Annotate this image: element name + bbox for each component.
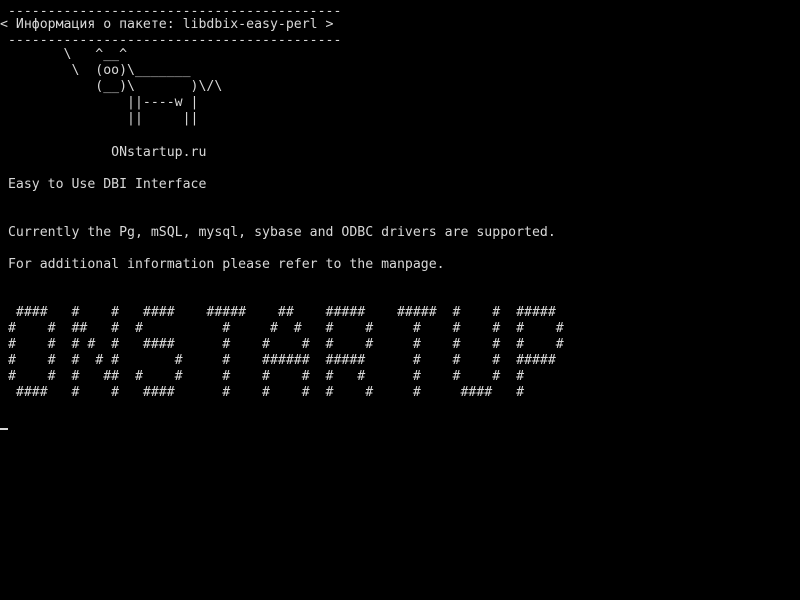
text-cursor [0,428,8,430]
ascii-cow-line: \ (oo)\_______ [0,63,191,78]
speech-bubble-message: < Информация о пакете: libdbix-easy-perl… [0,17,334,32]
ascii-banner-line: # # # # # #### # # # # # # # # # # [0,337,564,352]
ascii-cow-line: (__)\ )\/\ [0,79,223,94]
ascii-banner-line: # # # # # # # ###### ##### # # # ##### [0,353,556,368]
ascii-banner-line: #### # # #### ##### ## ##### ##### # # #… [0,305,556,320]
signature-text: ONstartup.ru [0,145,207,160]
ascii-banner-line: # # # ## # # # # # # # # # # # [0,369,525,384]
terminal-screen[interactable]: ----------------------------------------… [0,0,800,600]
package-summary: Easy to Use DBI Interface [0,177,207,192]
ascii-banner-line: #### # # #### # # # # # # #### # [0,385,525,400]
package-description-line: For additional information please refer … [0,257,445,272]
ascii-cow-line: || || [0,111,199,126]
ascii-cow-line: ||----w | [0,95,199,110]
ascii-cow-line: \ ^__^ [0,47,128,62]
package-description-line: Currently the Pg, mSQL, mysql, sybase an… [0,225,556,240]
ascii-banner-line: # # ## # # # # # # # # # # # # [0,321,564,336]
